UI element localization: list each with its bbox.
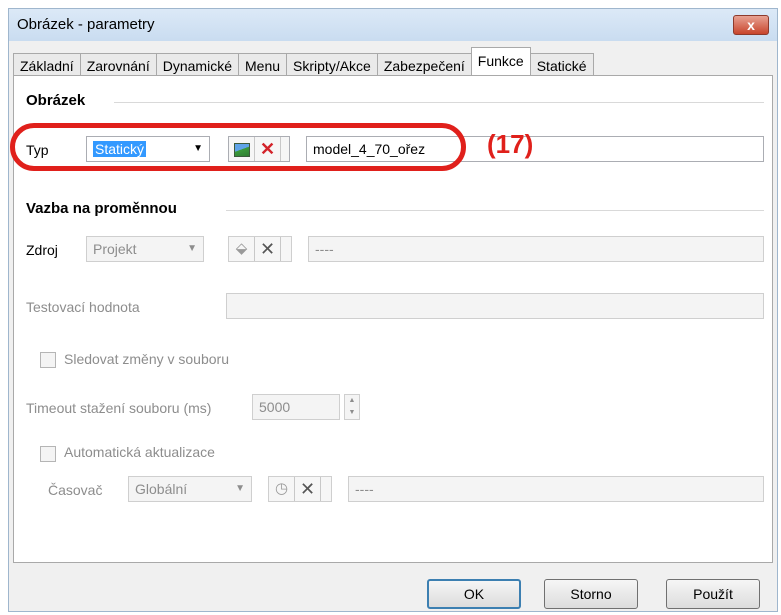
tab-zarovnani[interactable]: Zarovnání bbox=[79, 53, 157, 77]
clear-variable-button[interactable]: ✕ bbox=[255, 237, 281, 261]
variable-button-group: ⬙ ✕ bbox=[228, 236, 292, 262]
image-button-group: ✕ bbox=[228, 136, 290, 162]
zdroj-variable-field[interactable]: ---- bbox=[308, 236, 764, 262]
title-bar[interactable]: Obrázek - parametry x bbox=[9, 9, 777, 41]
testovaci-hodnota-field[interactable] bbox=[226, 293, 764, 319]
timeout-input[interactable]: 5000 bbox=[252, 394, 340, 420]
casovac-field[interactable]: ---- bbox=[348, 476, 764, 502]
tab-zabezpeceni[interactable]: Zabezpečení bbox=[376, 53, 472, 77]
typ-label: Typ bbox=[26, 142, 49, 158]
close-icon: ✕ bbox=[259, 239, 276, 259]
browse-image-button[interactable] bbox=[229, 137, 255, 161]
close-icon: x bbox=[747, 17, 755, 33]
close-icon: ✕ bbox=[299, 479, 316, 499]
select-variable-button[interactable]: ⬙ bbox=[229, 237, 255, 261]
auto-update-checkbox[interactable] bbox=[40, 446, 56, 462]
tab-skripty-akce[interactable]: Skripty/Akce bbox=[286, 53, 378, 77]
casovac-label: Časovač bbox=[48, 482, 103, 498]
casovac-select[interactable]: Globální ▼ bbox=[128, 476, 252, 502]
zdroj-select-value: Projekt bbox=[93, 241, 137, 257]
chevron-down-icon: ▼ bbox=[187, 243, 197, 254]
typ-select[interactable]: Statický ▼ bbox=[86, 136, 210, 162]
group-divider bbox=[114, 102, 764, 103]
close-icon: ✕ bbox=[259, 139, 276, 159]
ok-button[interactable]: OK bbox=[427, 579, 521, 609]
sledovat-label: Sledovat změny v souboru bbox=[64, 351, 229, 367]
casovac-select-value: Globální bbox=[135, 481, 188, 497]
tab-funkce[interactable]: Funkce bbox=[470, 47, 531, 75]
group-divider bbox=[226, 210, 764, 211]
select-timer-button[interactable]: ◷ bbox=[269, 477, 295, 501]
clock-icon: ◷ bbox=[274, 480, 289, 497]
testovaci-hodnota-label: Testovací hodnota bbox=[26, 299, 140, 315]
group-title-obrazek: Obrázek bbox=[26, 92, 86, 109]
image-file-field[interactable]: model_4_70_ořez bbox=[306, 136, 764, 162]
sledovat-checkbox[interactable] bbox=[40, 352, 56, 368]
tag-icon: ⬙ bbox=[235, 240, 248, 257]
zdroj-select[interactable]: Projekt ▼ bbox=[86, 236, 204, 262]
storno-button[interactable]: Storno bbox=[544, 579, 638, 609]
timeout-spinner[interactable]: ▲ ▼ bbox=[344, 394, 360, 420]
picture-icon bbox=[233, 143, 250, 157]
window-title: Obrázek - parametry bbox=[17, 16, 155, 33]
timer-button-group: ◷ ✕ bbox=[268, 476, 332, 502]
annotation-label: (17) bbox=[487, 129, 534, 159]
tab-staticke[interactable]: Statické bbox=[529, 53, 594, 77]
chevron-down-icon: ▼ bbox=[348, 409, 356, 416]
auto-update-label: Automatická aktualizace bbox=[64, 444, 215, 460]
close-button[interactable]: x bbox=[733, 15, 769, 35]
clear-timer-button[interactable]: ✕ bbox=[295, 477, 321, 501]
clear-image-button[interactable]: ✕ bbox=[255, 137, 281, 161]
tab-zakladni[interactable]: Základní bbox=[13, 53, 81, 77]
tab-dynamicke[interactable]: Dynamické bbox=[155, 53, 239, 77]
typ-select-value: Statický bbox=[93, 141, 147, 157]
dialog-window: Obrázek - parametry x Základní Zarovnání D… bbox=[8, 8, 778, 612]
pouzit-button[interactable]: Použít bbox=[666, 579, 760, 609]
tab-bar: Základní Zarovnání Dynamické Menu Skripty/Ak… bbox=[13, 47, 594, 77]
chevron-up-icon: ▲ bbox=[348, 397, 356, 404]
chevron-down-icon: ▼ bbox=[235, 483, 245, 494]
zdroj-label: Zdroj bbox=[26, 242, 58, 258]
tab-panel-funkce: Obrázek Typ Statický ▼ ✕ model_4_70_ořez… bbox=[13, 75, 773, 563]
timeout-label: Timeout stažení souboru (ms) bbox=[26, 400, 212, 416]
group-title-vazba: Vazba na proměnnou bbox=[26, 200, 177, 217]
tab-menu[interactable]: Menu bbox=[238, 53, 288, 77]
chevron-down-icon: ▼ bbox=[193, 143, 203, 154]
